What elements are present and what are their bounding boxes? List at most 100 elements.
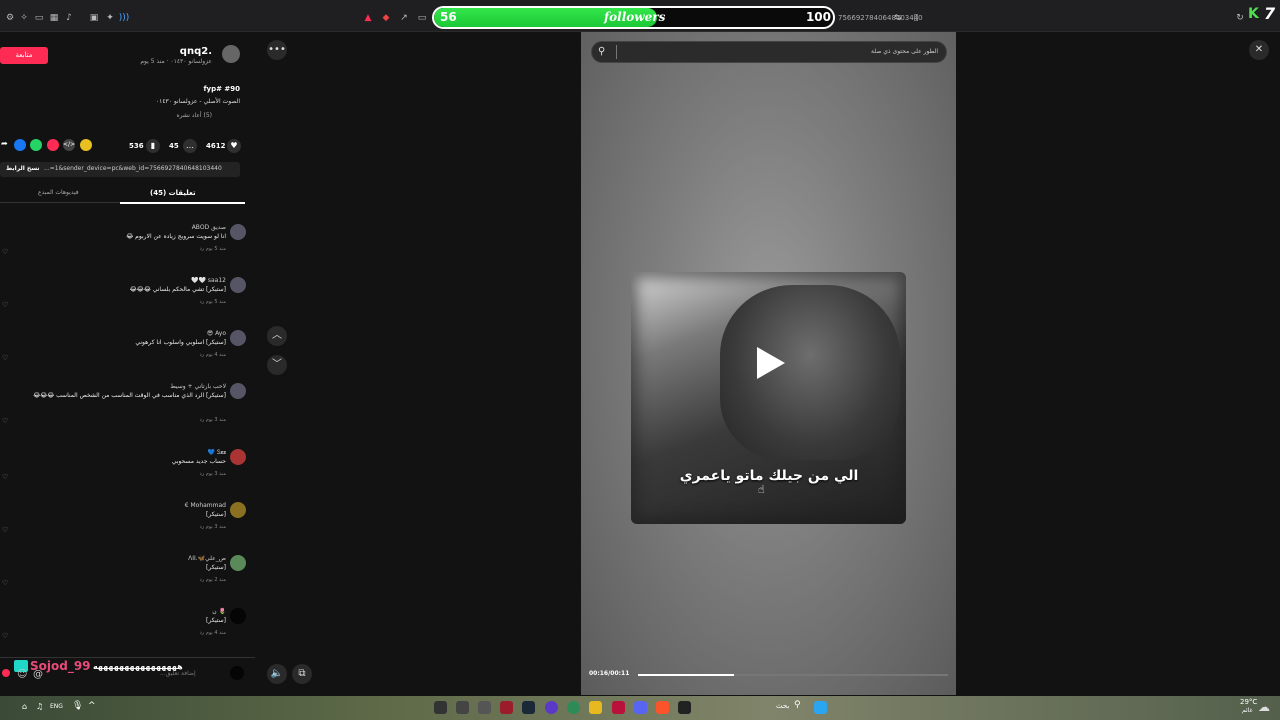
tiktok-icon[interactable]: ▲ — [362, 12, 374, 24]
avatar[interactable] — [230, 383, 246, 399]
taskbar-app-icon[interactable] — [456, 701, 469, 714]
heart-outline-icon[interactable]: ♡ — [2, 248, 8, 256]
comment-author[interactable]: لاحب بارتاني + وسيط — [170, 383, 226, 390]
emoji-icon[interactable]: ☺ — [17, 669, 27, 680]
comment-author[interactable]: saa12 🤍🤍 — [191, 277, 226, 284]
folder-icon[interactable] — [589, 701, 602, 714]
comment-meta[interactable]: منذ 3 يوم رد — [200, 471, 226, 477]
comment-author[interactable]: صديق ABOD — [192, 224, 226, 231]
taskbar-icon-volume[interactable]: ♫ — [36, 702, 43, 711]
author-avatar[interactable] — [222, 45, 240, 63]
image-icon[interactable]: ▣ — [88, 12, 100, 24]
comment-author[interactable]: 🌷 ن — [212, 608, 226, 615]
heart-icon[interactable]: ♥ — [227, 139, 241, 153]
bookmark-icon[interactable]: ▯ — [910, 12, 922, 24]
taskbar-app-icon[interactable] — [500, 701, 513, 714]
windows-start-icon[interactable] — [814, 701, 827, 714]
related-search-input[interactable]: ⚲ الطور على محتوى ذي صلة — [591, 41, 947, 63]
heart-outline-icon[interactable]: ♡ — [2, 579, 8, 587]
taskbar-app-icon[interactable] — [678, 701, 691, 714]
heart-outline-icon[interactable]: ♡ — [2, 526, 8, 534]
steam-icon[interactable] — [522, 701, 535, 714]
avatar[interactable] — [230, 449, 246, 465]
translate-icon[interactable]: ⇆ — [892, 12, 904, 24]
repost-hint: (5) أعاد نشره — [176, 112, 212, 119]
tab-icon[interactable]: ◆ — [380, 12, 392, 24]
taskbar-app-icon[interactable] — [545, 701, 558, 714]
comment-author[interactable]: Ꮪꭼꭼ 💙 — [208, 449, 226, 457]
sound-link[interactable]: الصوت الأصلي - عزولسانو ٠١٤٣٠ — [156, 98, 240, 105]
avatar[interactable] — [230, 555, 246, 571]
comment-meta[interactable]: منذ 4 يوم رد — [200, 630, 226, 636]
tab-comments[interactable]: تعليقات (45) — [150, 189, 196, 197]
tab-creator-videos[interactable]: فيديوهات المبدع — [38, 189, 79, 196]
chrome-icon[interactable] — [567, 701, 580, 714]
puzzle-icon[interactable]: ✦ — [104, 12, 116, 24]
heart-outline-icon[interactable]: ♡ — [2, 632, 8, 640]
volume-icon[interactable]: 🔈 — [267, 664, 287, 684]
add-comment-input[interactable]: إضافة تعليق... — [160, 670, 196, 677]
share-emoji-icon[interactable] — [80, 139, 92, 151]
author-username[interactable]: qnq2. — [180, 46, 212, 57]
hashtags[interactable]: fyp# #90 — [203, 85, 240, 93]
heart-outline-icon[interactable]: ♡ — [2, 354, 8, 362]
avatar[interactable] — [230, 224, 246, 240]
mic-icon[interactable]: 🎙 — [72, 701, 83, 711]
reload-icon[interactable]: ↻ — [1234, 12, 1246, 24]
chevron-up-tray-icon[interactable]: ^ — [88, 701, 96, 711]
window-icon[interactable]: ▭ — [33, 12, 45, 24]
comment-author[interactable]: ص_علي🦋.ΛΙΙ — [188, 555, 226, 562]
copy-link-button[interactable]: نسخ الرابط — [6, 165, 40, 172]
taskbar-app-icon[interactable] — [478, 701, 491, 714]
video-time: 00:16/00:11 — [589, 670, 630, 677]
comment-meta[interactable]: منذ 2 يوم رد — [200, 577, 226, 583]
comment-meta[interactable]: منذ 3 يوم رد — [200, 524, 226, 530]
play-icon[interactable] — [757, 347, 785, 379]
taskbar-app-icon[interactable] — [434, 701, 447, 714]
avatar[interactable] — [230, 608, 246, 624]
heart-outline-icon[interactable]: ♡ — [2, 301, 8, 309]
more-options-button[interactable]: ••• — [267, 40, 287, 60]
avatar[interactable] — [230, 330, 246, 346]
comment-icon[interactable]: … — [183, 139, 197, 153]
avatar[interactable] — [230, 277, 246, 293]
close-icon[interactable]: ✕ — [1249, 40, 1269, 60]
heart-outline-icon[interactable]: ♡ — [2, 473, 8, 481]
discord-icon[interactable] — [634, 701, 647, 714]
forward-icon[interactable]: ➦ — [1, 139, 8, 148]
video-progress-bar[interactable] — [638, 674, 948, 676]
pip-icon[interactable]: ▭ — [416, 12, 428, 24]
gear-icon[interactable]: ⚙ — [4, 12, 16, 24]
music-icon[interactable]: ♪ — [63, 12, 75, 24]
cursor-hand-icon: ☝ — [758, 483, 765, 496]
avatar[interactable] — [230, 502, 246, 518]
taskbar-search-label[interactable]: بحث — [776, 702, 789, 710]
weather-temp[interactable]: 29°C — [1240, 698, 1257, 706]
share-icon[interactable]: ↗ — [398, 12, 410, 24]
heart-outline-icon[interactable]: ♡ — [2, 417, 8, 425]
comment-author[interactable]: Ayo 😎 — [207, 330, 226, 337]
extension-icon[interactable]: ✧ — [18, 12, 30, 24]
whatsapp-icon[interactable] — [30, 139, 42, 151]
acrobat-icon[interactable] — [612, 701, 625, 714]
comment-meta[interactable]: منذ 5 يوم رد — [200, 246, 226, 252]
comment-author[interactable]: Mohammad € — [185, 502, 226, 509]
send-icon[interactable] — [47, 139, 59, 151]
bookmark-icon[interactable]: ▮ — [146, 139, 160, 153]
facebook-icon[interactable] — [14, 139, 26, 151]
chevron-down-icon[interactable]: ﹀ — [267, 355, 287, 375]
follow-button[interactable]: متابعة — [0, 47, 48, 64]
calendar-icon[interactable]: ▦ — [48, 12, 60, 24]
embed-icon[interactable]: </> — [63, 139, 75, 151]
taskbar-search-icon[interactable]: ⚲ — [794, 700, 801, 710]
comment-meta[interactable]: منذ 5 يوم رد — [200, 299, 226, 305]
pip-button-icon[interactable]: ⧉ — [292, 664, 312, 684]
comment-meta[interactable]: منذ 3 يوم رد — [200, 417, 226, 423]
user-avatar[interactable] — [230, 666, 244, 680]
comment-meta[interactable]: منذ 4 يوم رد — [200, 352, 226, 358]
brave-icon[interactable] — [656, 701, 669, 714]
taskbar-lang[interactable]: ENG — [50, 703, 63, 710]
mention-icon[interactable]: @ — [33, 669, 43, 680]
chevron-up-icon[interactable]: ︿ — [267, 326, 287, 346]
taskbar-icon-wifi[interactable]: ⌂ — [22, 702, 27, 711]
